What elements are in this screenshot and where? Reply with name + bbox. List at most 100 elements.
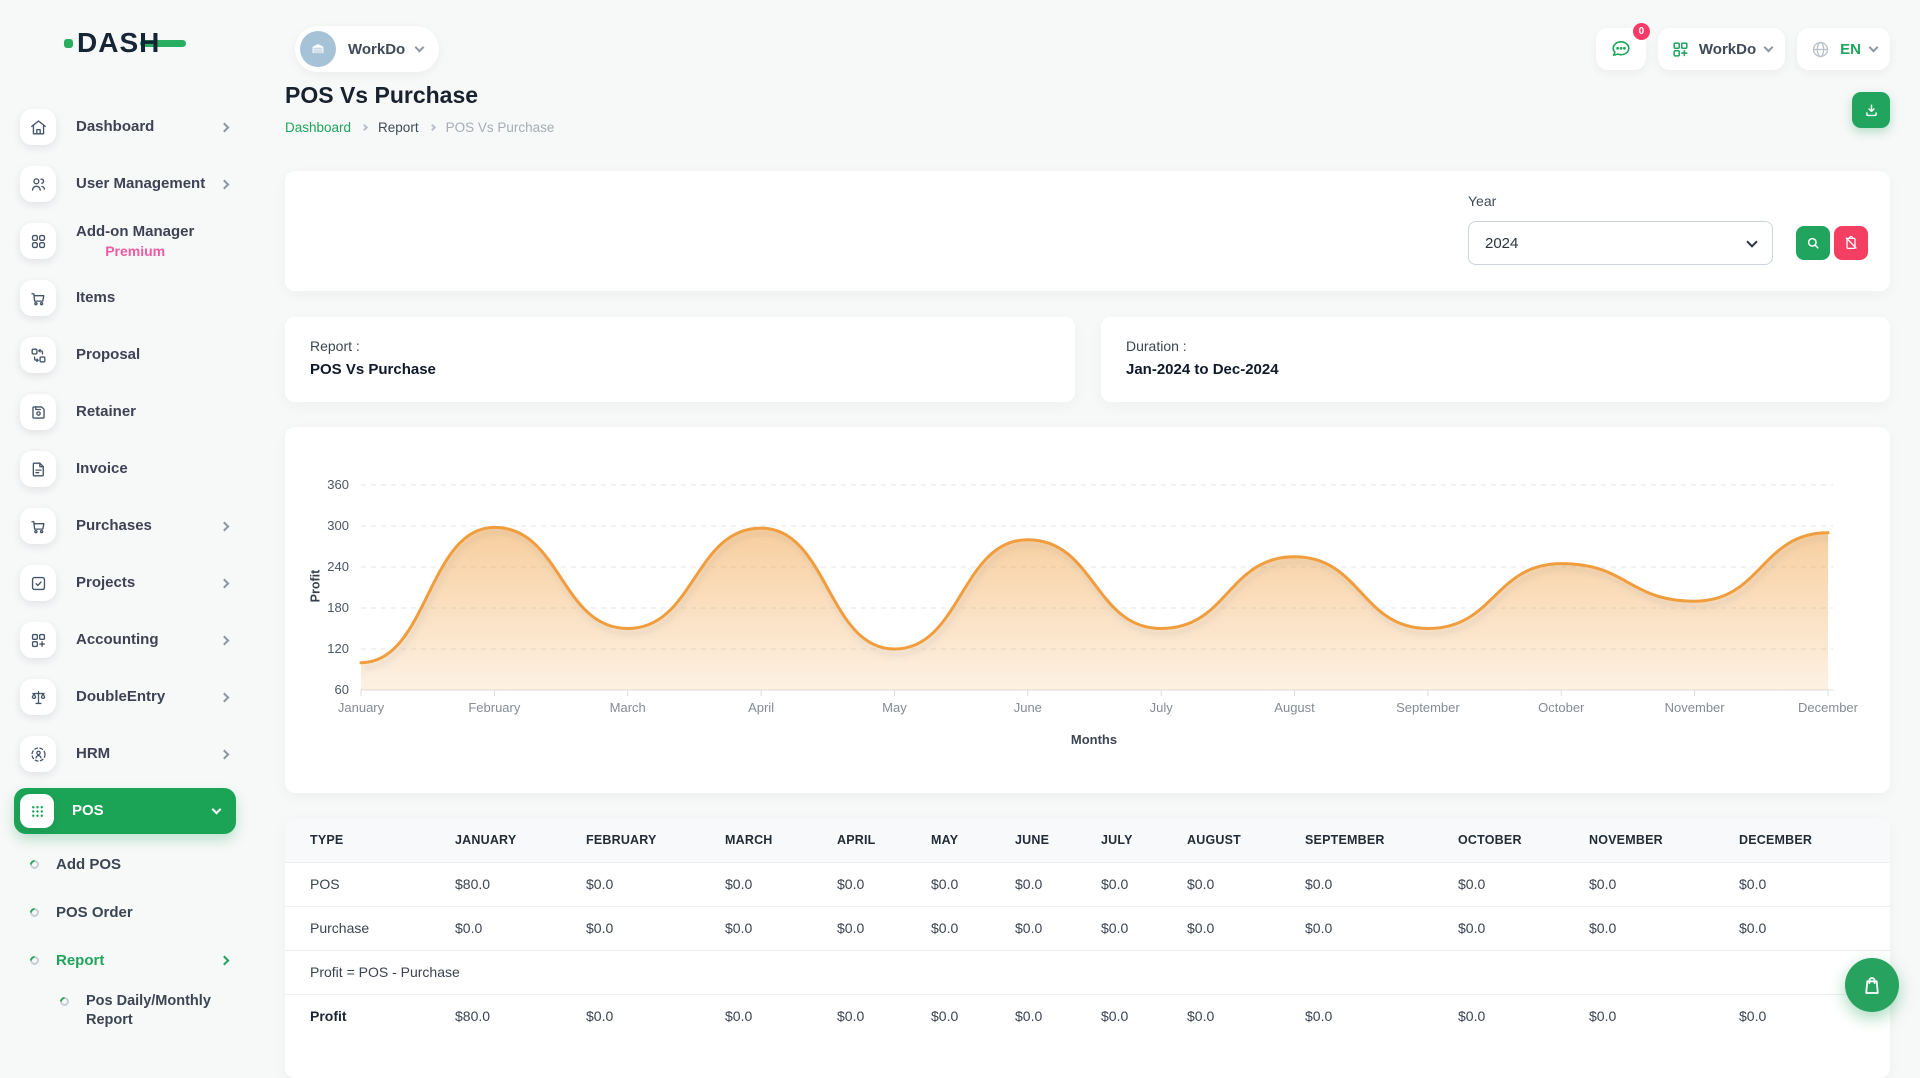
table-cell: $0.0 [1433,994,1564,1038]
column-header: AUGUST [1162,818,1280,862]
sidebar-item-accounting[interactable]: Accounting [0,612,250,668]
table-cell: $0.0 [561,862,700,906]
save-icon [29,403,48,422]
breadcrumb-report-link[interactable]: Report [378,120,419,135]
column-header: JUNE [990,818,1076,862]
chevron-right-icon [220,521,230,531]
sidebar-item-dashboard[interactable]: Dashboard [0,99,250,155]
sidebar-item-projects[interactable]: Projects [0,555,250,611]
chevron-right-icon [220,578,230,588]
table-cell: $0.0 [1076,906,1162,950]
table-cell: $0.0 [561,906,700,950]
sidebar-item-items[interactable]: Items [0,270,250,326]
column-header: NOVEMBER [1564,818,1714,862]
language-button[interactable]: EN [1797,28,1890,70]
building-icon [308,39,328,59]
report-info-card: Report : POS Vs Purchase [285,317,1075,402]
sidebar-item-doubleentry[interactable]: DoubleEntry [0,669,250,725]
report-table: TYPEJANUARYFEBRUARYMARCHAPRILMAYJUNEJULY… [285,818,1890,1038]
chat-bubble-icon [1609,37,1633,61]
sidebar-item-retainer[interactable]: Retainer [0,384,250,440]
x-tick-label: July [1150,700,1173,715]
premium-badge: Premium [105,243,165,259]
row-label: Profit [285,994,430,1038]
table-cell: $0.0 [1162,862,1280,906]
x-tick-label: September [1396,700,1460,715]
column-header: MARCH [700,818,812,862]
breadcrumb-dashboard-link[interactable]: Dashboard [285,120,351,135]
x-tick-label: January [338,700,384,715]
bullet-icon [28,954,41,967]
chevron-right-icon [220,635,230,645]
grid-plus-icon [1671,40,1690,59]
sidebar-item-pos-daily-monthly-report[interactable]: Pos Daily/Monthly Report [0,992,250,1030]
table-note: Profit = POS - Purchase [285,950,1890,994]
invoice-icon [29,460,48,479]
table-cell: $0.0 [1162,906,1280,950]
year-select[interactable]: 2024 [1468,221,1773,265]
column-header: FEBRUARY [561,818,700,862]
sidebar-item-user-management[interactable]: User Management [0,156,250,212]
chevron-right-icon [220,179,230,189]
reset-button[interactable] [1834,226,1868,260]
duration-label: Duration : [1126,338,1187,354]
pos-cart-fab[interactable] [1845,958,1899,1012]
table-cell: $0.0 [906,994,990,1038]
messages-button[interactable]: 0 [1596,28,1646,70]
profit-chart-card: 36030024018012060 JanuaryFebruaryMarchAp… [285,427,1890,793]
workspace-avatar [300,31,336,67]
breadcrumb-current: POS Vs Purchase [446,120,555,135]
chevron-right-icon [429,124,436,131]
table-cell: $0.0 [1280,994,1433,1038]
row-label: POS [285,862,430,906]
year-label: Year [1468,193,1496,209]
row-label: Purchase [285,906,430,950]
table-cell: $0.0 [1433,862,1564,906]
cart-icon [29,517,48,536]
swap-boxes-icon [29,346,48,365]
app-switcher-button[interactable]: WorkDo [1658,28,1785,70]
chevron-down-icon [1764,43,1774,53]
sidebar: DASH Dashboard User Management Add-on Ma… [0,0,250,1036]
chevron-right-icon [220,749,230,759]
sidebar-item-invoice[interactable]: Invoice [0,441,250,497]
table-cell: $0.0 [990,994,1076,1038]
workspace-switcher[interactable]: WorkDo [295,26,439,72]
table-row: Purchase$0.0$0.0$0.0$0.0$0.0$0.0$0.0$0.0… [285,906,1890,950]
sidebar-item-hrm[interactable]: HRM [0,726,250,782]
x-tick-label: October [1538,700,1584,715]
sidebar-item-pos-order[interactable]: POS Order [0,888,250,936]
x-tick-label: April [748,700,774,715]
table-row: POS$80.0$0.0$0.0$0.0$0.0$0.0$0.0$0.0$0.0… [285,862,1890,906]
sidebar-item-report[interactable]: Report [0,936,250,984]
report-table-card: TYPEJANUARYFEBRUARYMARCHAPRILMAYJUNEJULY… [285,818,1890,1078]
x-tick-label: June [1014,700,1042,715]
table-cell: $0.0 [700,906,812,950]
bullet-icon [28,906,41,919]
main-content: WorkDo 0 WorkDo EN POS Vs Purchase Dashb… [250,0,1920,1036]
table-cell: $0.0 [1714,862,1890,906]
table-cell: $0.0 [700,994,812,1038]
duration-info-card: Duration : Jan-2024 to Dec-2024 [1101,317,1890,402]
download-button[interactable] [1852,92,1890,128]
x-tick-label: December [1798,700,1858,715]
search-button[interactable] [1796,226,1830,260]
sidebar-item-proposal[interactable]: Proposal [0,327,250,383]
table-cell: $0.0 [1280,906,1433,950]
sidebar-item-purchases[interactable]: Purchases [0,498,250,554]
search-icon [1805,235,1821,251]
column-header: APRIL [812,818,906,862]
download-icon [1863,102,1880,119]
sidebar-item-pos[interactable]: POS [0,783,250,839]
sidebar-item-add-pos[interactable]: Add POS [0,840,250,888]
column-header: TYPE [285,818,430,862]
logo-text: DASH [77,27,160,59]
y-tick-label: 60 [291,682,349,697]
x-tick-label: May [882,700,907,715]
column-header: DECEMBER [1714,818,1890,862]
sidebar-item-addon-manager[interactable]: Add-on Manager Premium [0,213,250,269]
app-logo[interactable]: DASH [64,26,160,60]
table-cell: $0.0 [906,862,990,906]
chevron-right-icon [220,122,230,132]
chevron-down-icon [1746,236,1757,247]
